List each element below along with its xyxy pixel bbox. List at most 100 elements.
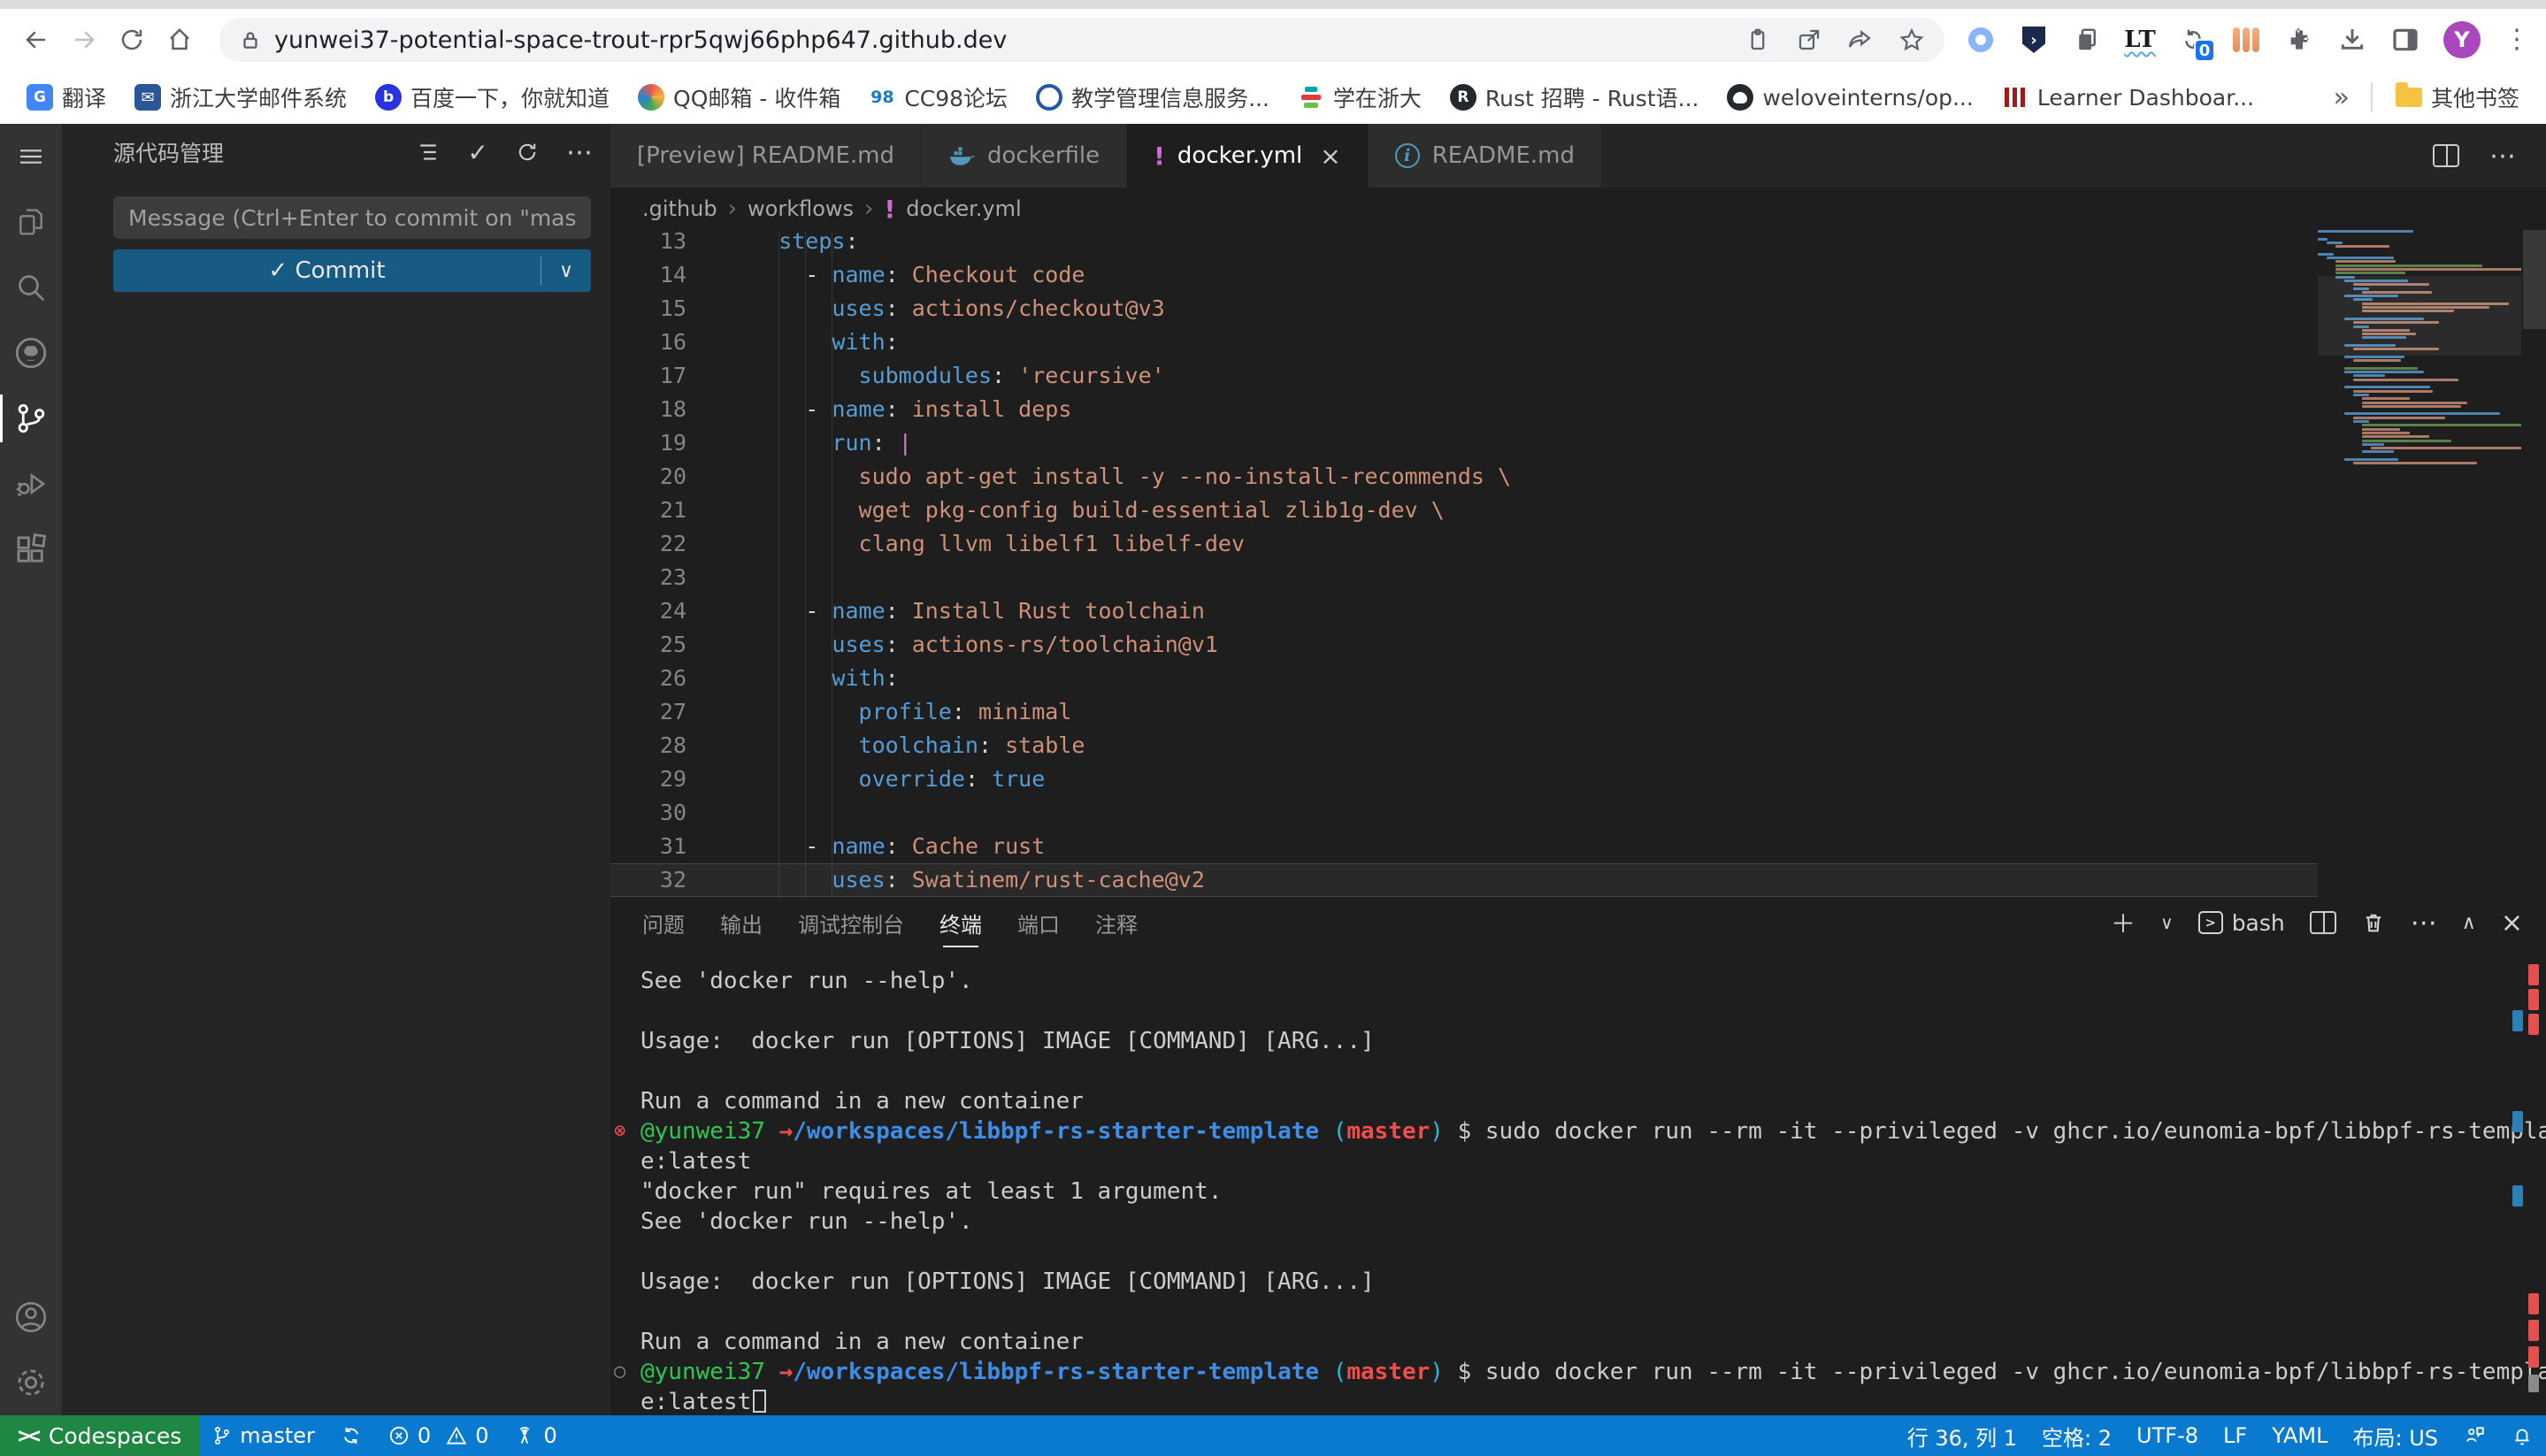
bookmark-item[interactable]: RRust 招聘 - Rust语... [1436,78,1714,117]
clipboard-icon[interactable] [1745,27,1771,53]
forward-button[interactable] [64,19,104,60]
breadcrumb-item[interactable]: workflows [748,196,854,221]
problems-indicator[interactable]: 0 0 [375,1415,502,1456]
panel-tab-终端[interactable]: 终端 [939,900,982,946]
side-panel-icon[interactable] [2390,25,2420,55]
editor-tab--preview-readme-md[interactable]: [Preview] README.md [610,124,922,188]
commit-dropdown-chevron[interactable]: ∨ [541,260,591,282]
bookmark-star-icon[interactable] [1898,27,1925,53]
puzzle-extensions-icon[interactable] [2284,25,2314,55]
panel-tab-问题[interactable]: 问题 [642,900,685,946]
close-tab-icon[interactable]: × [1320,142,1340,171]
eol-indicator[interactable]: LF [2211,1415,2259,1456]
kill-terminal-trash-icon[interactable] [2361,910,2386,935]
indentation-indicator[interactable]: 空格: 2 [2029,1415,2124,1456]
lock-icon [239,28,262,51]
feedback-button[interactable] [2450,1415,2498,1456]
keyboard-layout-indicator[interactable]: 布局: US [2340,1415,2450,1456]
panel-more-actions-icon[interactable]: ⋯ [2411,908,2437,939]
terminal[interactable]: See 'docker run --help'.Usage: docker ru… [610,946,2546,1415]
bookmark-item[interactable]: G翻译 [12,78,120,117]
settings-button[interactable] [0,1350,62,1415]
panel-tab-注释[interactable]: 注释 [1095,900,1138,946]
bookmark-item[interactable]: b百度一下，你就知道 [361,78,624,117]
sidepanel-icon [2391,26,2419,54]
branch-icon [211,1425,233,1446]
sidebar-item-extensions[interactable] [0,517,62,582]
panel-tab-调试控制台[interactable]: 调试控制台 [798,900,904,946]
bookmark-item[interactable]: 学在浙大 [1284,78,1436,117]
sidebar-item-github[interactable] [0,320,62,386]
commit-check-icon[interactable]: ✓ [468,138,488,167]
sidebar-item-source-control[interactable] [0,386,62,451]
split-editor-icon[interactable] [2433,144,2459,167]
maximize-panel-icon[interactable]: ∧ [2462,912,2476,934]
remote-indicator-codespaces[interactable]: >< Codespaces [0,1415,199,1456]
panel-tab-输出[interactable]: 输出 [720,900,763,946]
home-button[interactable] [159,19,200,60]
notifications-button[interactable] [2498,1415,2546,1456]
address-bar[interactable]: yunwei37-potential-space-trout-rpr5qwj66… [219,18,1944,62]
extension-pages-icon[interactable] [2072,25,2102,55]
minimap-line [2335,272,2405,274]
bookmark-item[interactable]: QQ邮箱 - 收件箱 [624,78,855,117]
browser-profile-avatar[interactable]: Y [2443,21,2481,58]
command-decoration-error[interactable]: ⊗ [614,1116,625,1146]
editor-tab-docker-yml[interactable]: !docker.yml× [1127,124,1369,188]
back-button[interactable] [16,19,57,60]
menu-button[interactable] [0,124,62,189]
minimap-viewport[interactable] [2318,276,2521,356]
open-in-new-icon[interactable] [1796,27,1822,53]
sidebar-item-explorer[interactable] [0,189,62,255]
languagetool-icon[interactable]: LT [2125,25,2155,55]
close-panel-icon[interactable]: × [2501,908,2523,939]
other-bookmarks-button[interactable]: 其他书签 [2381,78,2534,117]
terminal-dropdown-chevron[interactable]: ∨ [2160,912,2174,933]
editor-tab-dockerfile[interactable]: dockerfile [922,124,1127,188]
bookmark-item[interactable]: ✉浙江大学邮件系统 [120,78,361,117]
editor-more-actions-icon[interactable]: ⋯ [2489,141,2516,172]
breadcrumb-item[interactable]: .github [642,196,717,221]
extension-shield-icon[interactable]: › [2019,25,2049,55]
editor-tab-readme-md[interactable]: iREADME.md [1369,124,1602,188]
bookmarks-overflow-chevron[interactable]: » [2321,82,2362,113]
radio-tower-icon [513,1424,536,1447]
share-icon[interactable] [1847,27,1874,53]
code-editor[interactable]: 13 steps:14 - name: Checkout code15 uses… [610,230,2546,899]
code-token [725,430,832,456]
extension-circle-icon[interactable] [1966,25,1996,55]
bookmark-item[interactable]: 教学管理信息服务... [1022,78,1284,117]
sync-changes-button[interactable] [327,1415,375,1456]
split-terminal-icon[interactable] [2310,911,2336,934]
terminal-shell-selector[interactable]: > bash [2198,910,2285,936]
commit-button[interactable]: ✓ Commit ∨ [113,249,591,292]
editor-scrollbar[interactable] [2523,230,2546,329]
extension-bullets-icon[interactable] [2231,25,2261,55]
accounts-button[interactable] [0,1284,62,1350]
command-decoration-running[interactable]: ○ [614,1357,625,1387]
sidebar-item-run-debug[interactable] [0,451,62,517]
commit-message-input[interactable] [113,196,591,239]
panel-tab-端口[interactable]: 端口 [1017,900,1060,946]
sidebar-item-search[interactable] [0,255,62,320]
branch-indicator[interactable]: master [199,1415,327,1456]
encoding-indicator[interactable]: UTF-8 [2124,1415,2211,1456]
download-icon [2338,26,2366,54]
update-sync-icon[interactable]: 0 [2178,25,2208,55]
browser-menu-icon[interactable]: ⋮ [2504,29,2530,50]
language-mode-indicator[interactable]: YAML [2259,1415,2340,1456]
ports-indicator[interactable]: 0 [501,1415,569,1456]
view-as-list-icon[interactable] [415,139,441,165]
bookmark-item[interactable]: Learner Dashboar... [1988,78,2268,117]
bookmark-item[interactable]: 98CC98论坛 [855,78,1022,117]
line-number: 32 [610,863,725,897]
bookmark-item[interactable]: weloveinterns/op... [1713,78,1987,117]
reload-button[interactable] [111,19,152,60]
cursor-position[interactable]: 行 36, 列 1 [1895,1415,2029,1456]
new-terminal-button[interactable]: ＋ [2111,905,2136,940]
breadcrumb[interactable]: .github›workflows›!docker.yml [610,188,2546,230]
refresh-icon[interactable] [515,140,540,165]
breadcrumb-item[interactable]: docker.yml [906,196,1021,221]
downloads-icon[interactable] [2337,25,2367,55]
more-actions-icon[interactable]: ⋯ [566,137,593,168]
